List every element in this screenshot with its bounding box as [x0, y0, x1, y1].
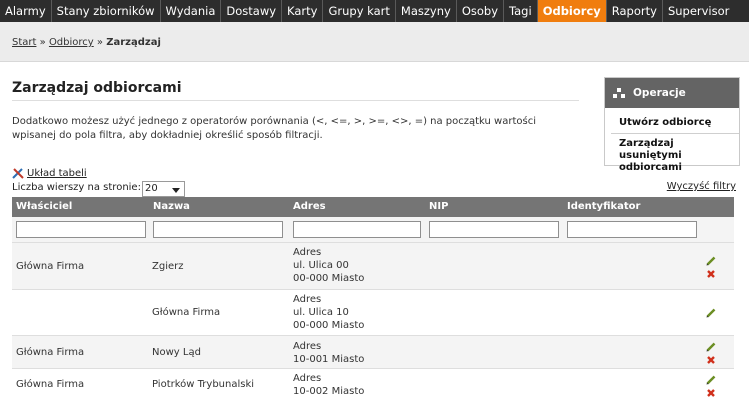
nav-item-alarmy[interactable]: Alarmy: [0, 0, 52, 22]
column-header-address[interactable]: Adres: [289, 197, 425, 217]
address-cell: Adres ul. Ulica 00 00-000 Miasto: [293, 246, 364, 285]
table-row: Główna Firma Adres ul. Ulica 10 00-000 M…: [12, 290, 734, 336]
red-x-icon[interactable]: [706, 269, 716, 279]
rows-per-page-select[interactable]: 20: [142, 181, 185, 197]
address-line: ul. Ulica 10: [293, 307, 349, 318]
nav-item-odbiorcy[interactable]: Odbiorcy: [537, 0, 607, 22]
boxes-icon: [613, 87, 626, 99]
column-header-owner[interactable]: Właściciel: [12, 197, 149, 217]
address-cell: Adres 10-001 Miasto: [293, 340, 364, 366]
address-line: Adres: [293, 341, 322, 352]
nav-item-raporty[interactable]: Raporty: [607, 0, 663, 22]
breadcrumb-current: Zarządzaj: [106, 37, 161, 48]
operations-divider: [611, 133, 739, 134]
address-line: ul. Ulica 00: [293, 260, 349, 271]
name-cell: Zgierz: [152, 261, 184, 272]
address-cell: Adres ul. Ulica 10 00-000 Miasto: [293, 293, 364, 332]
pencil-icon[interactable]: [706, 342, 716, 352]
column-header-nip[interactable]: NIP: [425, 197, 563, 217]
owner-filter-input[interactable]: [16, 221, 146, 238]
rows-per-page-label: Liczba wierszy na stronie:: [12, 182, 141, 193]
table-row: Główna Firma Zgierz Adres ul. Ulica 00 0…: [12, 243, 734, 290]
breadcrumb-bar: Start » Odbiorcy » Zarządzaj: [0, 22, 749, 62]
nav-item-stany-zbiornikow[interactable]: Stany zbiorników: [52, 0, 161, 22]
table-row: Główna Firma Piotrków Trybunalski Adres …: [12, 369, 734, 401]
nav-item-karty[interactable]: Karty: [282, 0, 324, 22]
rows-per-page-value: 20: [145, 183, 158, 194]
filter-row: [12, 217, 734, 243]
top-navigation: Alarmy Stany zbiorników Wydania Dostawy …: [0, 0, 749, 22]
address-line: 00-000 Miasto: [293, 320, 365, 331]
table-row: Główna Firma Nowy Ląd Adres 10-001 Miast…: [12, 336, 734, 369]
nav-item-supervisor[interactable]: Supervisor: [663, 0, 734, 22]
address-filter-input[interactable]: [293, 221, 421, 238]
address-line: Adres: [293, 294, 322, 305]
name-cell: Nowy Ląd: [152, 347, 201, 358]
breadcrumb-separator: »: [39, 37, 46, 48]
column-header-identifier[interactable]: Identyfikator: [563, 197, 703, 217]
page-title: Zarządzaj odbiorcami: [12, 80, 182, 96]
breadcrumb-separator: »: [96, 37, 104, 48]
breadcrumb-start-link[interactable]: Start: [12, 37, 36, 48]
nav-item-dostawy[interactable]: Dostawy: [221, 0, 283, 22]
table-header: Właściciel Nazwa Adres NIP Identyfikator: [12, 197, 734, 217]
clear-filters-link[interactable]: Wyczyść filtry: [667, 181, 736, 192]
address-cell: Adres 10-002 Miasto: [293, 372, 364, 398]
name-cell: Piotrków Trybunalski: [152, 379, 255, 390]
table-layout-link[interactable]: Układ tabeli: [12, 167, 87, 179]
address-line: Adres: [293, 247, 322, 258]
breadcrumb-odbiorcy-link[interactable]: Odbiorcy: [49, 37, 94, 48]
operations-header: Operacje: [605, 78, 739, 108]
address-line: 10-001 Miasto: [293, 354, 365, 365]
page-description: Dodatkowo możesz użyć jednego z operator…: [12, 116, 536, 141]
nip-filter-input[interactable]: [429, 221, 559, 238]
nav-item-wydania[interactable]: Wydania: [161, 0, 222, 22]
pencil-icon[interactable]: [706, 308, 716, 318]
identifier-filter-input[interactable]: [567, 221, 697, 238]
owner-cell: Główna Firma: [16, 261, 85, 272]
chevron-down-icon: [172, 188, 180, 193]
nav-item-osoby[interactable]: Osoby: [457, 0, 505, 22]
red-x-icon[interactable]: [706, 355, 716, 365]
nav-item-tagi[interactable]: Tagi: [504, 0, 538, 22]
wrench-pencil-icon: [12, 168, 24, 179]
breadcrumb: Start » Odbiorcy » Zarządzaj: [12, 37, 161, 48]
operations-panel: Operacje Utwórz odbiorcę Zarządzaj usuni…: [604, 77, 740, 173]
address-line: 10-002 Miasto: [293, 386, 365, 397]
manage-deleted-recipients-link[interactable]: Zarządzaj usuniętymi odbiorcami: [619, 138, 719, 174]
nav-item-maszyny[interactable]: Maszyny: [396, 0, 457, 22]
name-cell: Główna Firma: [152, 307, 221, 318]
column-header-name[interactable]: Nazwa: [149, 197, 289, 217]
table-layout-label: Układ tabeli: [27, 167, 87, 179]
address-line: Adres: [293, 373, 322, 384]
nav-item-grupy-kart[interactable]: Grupy kart: [323, 0, 396, 22]
owner-cell: Główna Firma: [16, 379, 85, 390]
pencil-icon[interactable]: [706, 375, 716, 385]
owner-cell: Główna Firma: [16, 347, 85, 358]
address-line: 00-000 Miasto: [293, 273, 365, 284]
name-filter-input[interactable]: [153, 221, 283, 238]
pencil-icon[interactable]: [706, 256, 716, 266]
red-x-icon[interactable]: [706, 388, 716, 398]
title-divider: [12, 100, 579, 101]
operations-title: Operacje: [633, 87, 686, 99]
create-recipient-link[interactable]: Utwórz odbiorcę: [619, 117, 739, 129]
